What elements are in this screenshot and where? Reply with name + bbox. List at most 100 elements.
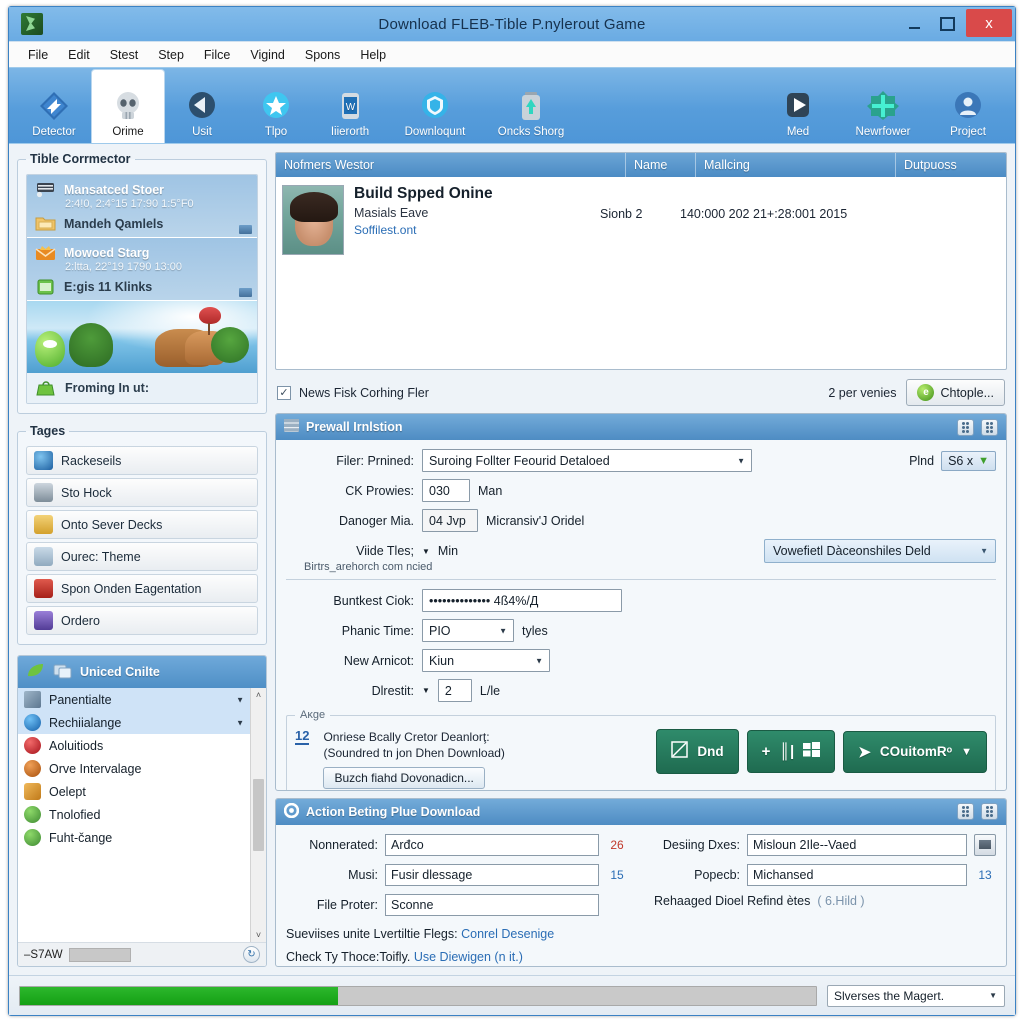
grid-header: Nofmers Westor Name Mallcing Dutpuoss [276, 153, 1006, 177]
connector-footer[interactable]: Froming In ut: [27, 373, 257, 403]
row-link[interactable]: Soffilest.ont [354, 223, 590, 237]
panel-firewall-header[interactable]: Prewall Irnlstion [276, 414, 1006, 440]
person-photo [282, 185, 344, 255]
minimize-button[interactable] [898, 7, 931, 41]
row-subtitle: Masials Eave [354, 206, 429, 220]
grip-button-2[interactable] [981, 418, 998, 436]
file-proter-input[interactable]: Sconne [385, 893, 599, 916]
desiing-label: Desiing Dxes: [662, 837, 740, 852]
menu-item-spons[interactable]: Spons [296, 45, 349, 65]
column-header-dutpuoss[interactable]: Dutpuoss [896, 153, 1006, 177]
nonnerated-input[interactable]: Arđco [385, 833, 599, 856]
list-item[interactable]: Panentialte [18, 688, 250, 711]
desiing-browse-button[interactable] [974, 833, 996, 856]
plus-bars-button[interactable]: + ║| [746, 730, 836, 773]
toolbar-item-orime[interactable]: Orime [91, 69, 165, 143]
dnd-button[interactable]: Dnd [656, 729, 739, 774]
buzch-download-button[interactable]: Buzch fiahd Dovonadicn... [323, 767, 485, 790]
column-header-nofmers-westor[interactable]: Nofmers Westor [276, 153, 626, 177]
toolbar-item-downloqunt[interactable]: Downloqunt [387, 71, 483, 143]
foot-line2-link[interactable]: Use Diewigen (n it.) [414, 950, 523, 964]
list-item[interactable]: Aoluitiods [18, 734, 250, 757]
connector-row[interactable]: Mansatced Stoer 2:4!0, 2:4°15 17:90 1:5°… [27, 175, 257, 238]
column-header-name[interactable]: Name [626, 153, 696, 177]
area-text-block: Onriese Bcally Cretor Deanlorţ: (Soundre… [323, 729, 505, 790]
explorer-footer-label: –S7AW [24, 948, 63, 961]
menu-item-edit[interactable]: Edit [59, 45, 99, 65]
explorer-scrollbar[interactable]: ˄ ˅ [250, 688, 266, 942]
bunt-password-input[interactable]: •••••••••••••• 4ß4%/Д [422, 589, 622, 612]
grip-button-1[interactable] [957, 803, 974, 821]
tag-label: Rackeseils [61, 453, 122, 468]
popecb-count: 13 [978, 867, 992, 882]
rehaaged-text: Rehaaged Dioel Refind ètes [654, 893, 811, 908]
menu-item-file[interactable]: File [19, 45, 57, 65]
toolbar-item-iiierorth[interactable]: W Iiierorth [313, 71, 387, 143]
connector-row[interactable]: Mowoed Starg 2:ltta, 22°19 1790 13:00 E:… [27, 238, 257, 301]
refresh-icon[interactable]: ↻ [243, 946, 260, 963]
menu-item-stest[interactable]: Stest [101, 45, 148, 65]
target-icon [24, 737, 41, 754]
phanic-label: Phanic Time: [341, 623, 414, 638]
toolbar-item-detector[interactable]: Detector [17, 71, 91, 143]
news-filter-checkbox[interactable]: ✓ [277, 385, 291, 400]
list-item[interactable]: Orve Intervalage [18, 757, 250, 780]
menu-item-step[interactable]: Step [149, 45, 193, 65]
toolbar-item-newrfower[interactable]: Newrfower [835, 71, 931, 143]
tag-item-ordero[interactable]: Ordero [26, 606, 258, 635]
status-dropdown[interactable]: Slverses the Magert. [827, 984, 1005, 1007]
menu-bar: File Edit Stest Step Filce Vigind Spons … [9, 41, 1015, 67]
couitomr-button[interactable]: ➤ COuitomRᵒ ▼ [843, 730, 987, 773]
row-dutpuoss [890, 185, 1000, 361]
grip-button-2[interactable] [981, 803, 998, 821]
panel-action-header[interactable]: Action Beting Plue Download [276, 798, 1006, 825]
phanic-select[interactable]: PIO [422, 619, 514, 642]
popecb-input[interactable]: Michansed [747, 863, 967, 886]
menu-item-help[interactable]: Help [351, 45, 395, 65]
menu-item-vigind[interactable]: Vigind [241, 45, 294, 65]
tag-item-spon-onden-eagentation[interactable]: Spon Onden Eagentation [26, 574, 258, 603]
toolbar-item-tlpo[interactable]: Tlpo [239, 71, 313, 143]
tag-item-sto-hock[interactable]: Sto Hock [26, 478, 258, 507]
menu-item-filce[interactable]: Filce [195, 45, 239, 65]
tag-label: Onto Sever Decks [61, 517, 163, 532]
scroll-down-icon[interactable]: ˅ [256, 930, 261, 940]
toolbar-item-project[interactable]: Project [931, 71, 1005, 143]
novel-dropdown[interactable]: Vowefietl Dàceonshiles Deld [764, 539, 996, 563]
toolbar-item-usit[interactable]: Usit [165, 71, 239, 143]
list-item[interactable]: Oelept [18, 780, 250, 803]
toolbar-item-oncks-shorg[interactable]: Oncks Shorg [483, 71, 579, 143]
maximize-button[interactable] [931, 7, 964, 41]
musi-input[interactable]: Fusir dlessage [385, 863, 599, 886]
people-icon [34, 515, 53, 534]
tag-item-rackeseils[interactable]: Rackeseils [26, 446, 258, 475]
chevron-down-icon[interactable]: ▼ [978, 455, 989, 467]
connector-row-line-2: Mandeh Qamlels [35, 215, 249, 233]
nonnerated-label: Nonnerated: [309, 837, 378, 852]
filer-select[interactable]: Suroing Follter Feourid Detaloed [422, 449, 752, 472]
list-item[interactable]: Rechiialange [18, 711, 250, 734]
amicot-select[interactable]: Kiun [422, 649, 550, 672]
direstit-caret-icon[interactable]: ▼ [422, 686, 430, 695]
chtople-button[interactable]: e Chtople... [906, 379, 1005, 406]
ck-input[interactable]: 030 [422, 479, 470, 502]
tag-item-ourec-theme[interactable]: Ourec: Theme [26, 542, 258, 571]
pind-stepper[interactable]: S6 x ▼ [941, 450, 996, 471]
scroll-thumb[interactable] [253, 779, 264, 851]
list-item[interactable]: Fuht-čange [18, 826, 250, 849]
danger-input[interactable]: 04 Jvp [422, 509, 478, 532]
close-button[interactable]: x [966, 9, 1012, 37]
chevron-down-icon[interactable]: ▼ [961, 746, 972, 758]
scroll-up-icon[interactable]: ˄ [256, 690, 261, 700]
table-row[interactable]: Build Spped Onine Masials Eave Soffilest… [276, 177, 1006, 369]
foot-line1-link[interactable]: Conrel Desenige [461, 927, 554, 941]
toolbar-item-med[interactable]: Med [761, 71, 835, 143]
tag-item-onto-sever-decks[interactable]: Onto Sever Decks [26, 510, 258, 539]
list-item[interactable]: Tnolofied [18, 803, 250, 826]
viide-caret-icon[interactable]: ▼ [422, 547, 430, 556]
column-header-mallcing[interactable]: Mallcing [696, 153, 896, 177]
direstit-input[interactable]: 2 [437, 679, 472, 702]
rehaaged-link[interactable]: ( 6.Hild ) [817, 894, 864, 908]
grip-button-1[interactable] [957, 418, 974, 436]
desiing-input[interactable]: Misloun 2Ile--Vaed [747, 833, 967, 856]
